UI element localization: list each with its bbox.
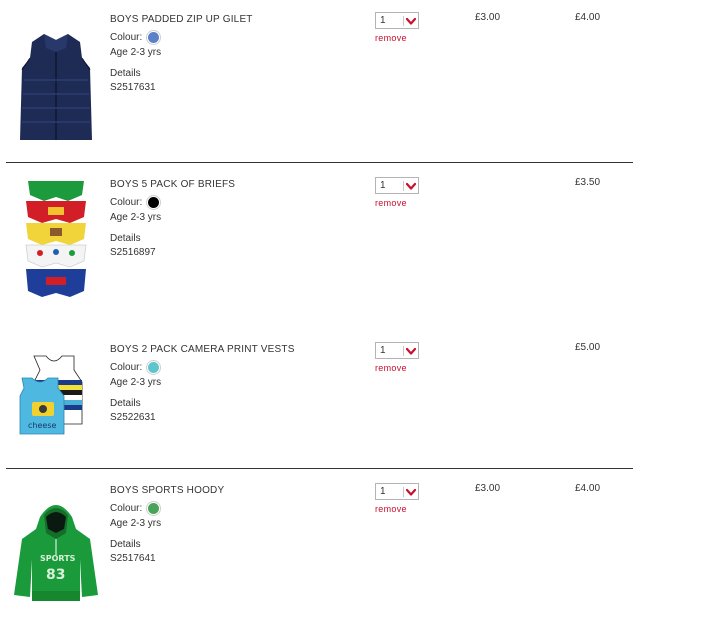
- details-label: Details: [110, 233, 141, 244]
- colour-row: Colour:: [110, 29, 360, 45]
- chevron-down-icon: [406, 347, 416, 355]
- colour-row: Colour:: [110, 359, 360, 375]
- quantity-control: 1 remove: [375, 483, 435, 514]
- product-title[interactable]: BOYS SPORTS HOODY: [110, 483, 360, 498]
- briefs-pack-icon: [25, 181, 87, 297]
- product-image[interactable]: SPORTS 83: [10, 499, 102, 603]
- item-divider: [6, 162, 633, 163]
- size-label: Age 2-3 yrs: [110, 518, 162, 529]
- product-sku: S2516897: [110, 247, 156, 258]
- hoody-print-text: 83: [46, 567, 65, 583]
- size-label: Age 2-3 yrs: [110, 212, 162, 223]
- colour-row: Colour:: [110, 194, 360, 210]
- colour-label: Colour:: [110, 196, 143, 208]
- quantity-value: 1: [380, 180, 386, 191]
- product-info: BOYS PADDED ZIP UP GILET Colour: Age 2-3…: [110, 12, 360, 95]
- quantity-value: 1: [380, 486, 386, 497]
- basket-list: BOYS PADDED ZIP UP GILET Colour: Age 2-3…: [0, 0, 718, 620]
- product-title[interactable]: BOYS PADDED ZIP UP GILET: [110, 12, 360, 27]
- quantity-control: 1 remove: [375, 12, 435, 43]
- quantity-select[interactable]: 1: [375, 177, 419, 194]
- quantity-select[interactable]: 1: [375, 342, 419, 359]
- product-title[interactable]: BOYS 2 PACK CAMERA PRINT VESTS: [110, 342, 360, 357]
- chevron-down-icon: [406, 17, 416, 25]
- remove-link[interactable]: remove: [375, 198, 435, 208]
- green-hoody-icon: SPORTS 83: [14, 505, 98, 601]
- product-image[interactable]: [10, 179, 102, 314]
- select-separator: [403, 346, 404, 356]
- price-was: £3.00: [475, 12, 501, 23]
- select-separator: [403, 16, 404, 26]
- price-now: £4.00: [575, 12, 601, 23]
- quantity-value: 1: [380, 15, 386, 26]
- remove-link[interactable]: remove: [375, 363, 435, 373]
- select-separator: [403, 487, 404, 497]
- product-sku: S2522631: [110, 412, 156, 423]
- quantity-control: 1 remove: [375, 177, 435, 208]
- size-label: Age 2-3 yrs: [110, 47, 162, 58]
- product-sku: S2517641: [110, 553, 156, 564]
- product-info: BOYS 2 PACK CAMERA PRINT VESTS Colour: A…: [110, 342, 360, 425]
- product-info: BOYS SPORTS HOODY Colour: Age 2-3 yrs De…: [110, 483, 360, 566]
- remove-link[interactable]: remove: [375, 504, 435, 514]
- product-sku: S2517631: [110, 82, 156, 93]
- quantity-select[interactable]: 1: [375, 12, 419, 29]
- chevron-down-icon: [406, 488, 416, 496]
- colour-swatch: [147, 30, 161, 44]
- product-info: BOYS 5 PACK OF BRIEFS Colour: Age 2-3 yr…: [110, 177, 360, 260]
- chevron-down-icon: [406, 182, 416, 190]
- size-label: Age 2-3 yrs: [110, 377, 162, 388]
- colour-row: Colour:: [110, 500, 360, 516]
- colour-label: Colour:: [110, 502, 143, 514]
- product-image[interactable]: [10, 28, 102, 146]
- quantity-select[interactable]: 1: [375, 483, 419, 500]
- product-image[interactable]: cheese: [10, 350, 102, 438]
- select-separator: [403, 181, 404, 191]
- product-title[interactable]: BOYS 5 PACK OF BRIEFS: [110, 177, 360, 192]
- hoody-print-text: SPORTS: [40, 554, 76, 563]
- colour-label: Colour:: [110, 31, 143, 43]
- colour-swatch: [147, 360, 161, 374]
- details-label: Details: [110, 398, 141, 409]
- details-label: Details: [110, 68, 141, 79]
- svg-text:cheese: cheese: [28, 421, 56, 430]
- item-divider: [6, 468, 633, 469]
- quantity-control: 1 remove: [375, 342, 435, 373]
- price-now: £3.50: [575, 177, 601, 188]
- quantity-value: 1: [380, 345, 386, 356]
- vests-pack-icon: cheese: [19, 355, 83, 435]
- price-was: £3.00: [475, 483, 501, 494]
- details-label: Details: [110, 539, 141, 550]
- price-now: £5.00: [575, 342, 601, 353]
- colour-swatch: [147, 501, 161, 515]
- price-now: £4.00: [575, 483, 601, 494]
- navy-gilet-icon: [20, 34, 92, 140]
- colour-swatch: [147, 195, 161, 209]
- colour-label: Colour:: [110, 361, 143, 373]
- remove-link[interactable]: remove: [375, 33, 435, 43]
